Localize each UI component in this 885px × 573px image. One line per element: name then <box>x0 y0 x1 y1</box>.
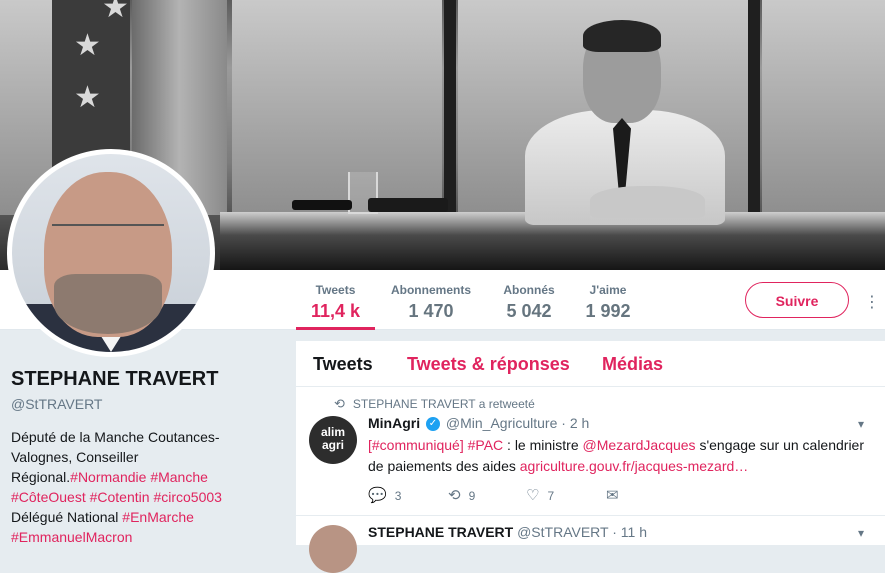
stat-value: 1 470 <box>408 301 454 321</box>
mention-link[interactable]: @MezardJacques <box>583 437 696 453</box>
timeline-tabs: Tweets Tweets & réponses Médias <box>296 341 885 387</box>
profile-handle[interactable]: @StTRAVERT <box>11 396 103 412</box>
hashtag-link[interactable]: [#communiqué] <box>368 437 464 453</box>
retweet-context: ⟲ STEPHANE TRAVERT a retweeté <box>334 397 535 412</box>
heart-icon: ♡ <box>526 486 540 504</box>
hashtag-link[interactable]: #CôteOuest <box>11 489 86 505</box>
tweet-avatar[interactable] <box>309 525 357 573</box>
banner-window <box>232 0 442 215</box>
retweet-note[interactable]: STEPHANE TRAVERT a retweeté <box>353 397 535 411</box>
tweet-actions: 💬 3 ⟲ 9 ♡ 7 ✉ <box>368 486 668 506</box>
reply-icon: 💬 <box>368 486 387 504</box>
tweet-text-part: : le ministre <box>503 437 583 453</box>
more-vertical-icon[interactable]: ⋮ <box>864 292 880 312</box>
tweet-header: STEPHANE TRAVERT @StTRAVERT · 11 h <box>368 524 647 540</box>
profile-avatar[interactable] <box>7 149 215 357</box>
url-link[interactable]: agriculture.gouv.fr/jacques-mezard… <box>520 458 749 474</box>
reply-button[interactable]: 💬 3 <box>368 486 401 504</box>
profile-name: STEPHANE TRAVERT <box>11 368 219 390</box>
envelope-icon: ✉ <box>606 486 619 504</box>
stat-value: 1 992 <box>585 301 631 321</box>
stat-tweets[interactable]: Tweets 11,4 k <box>296 270 375 330</box>
stat-label: J'aime <box>589 283 627 297</box>
stat-value: 5 042 <box>506 301 552 321</box>
hashtag-link[interactable]: #circo5003 <box>153 489 222 505</box>
banner-window-frame <box>444 0 456 215</box>
stat-value: 11,4 k <box>310 301 361 321</box>
hashtag-link[interactable]: #Normandie <box>70 469 146 485</box>
stat-label: Abonnements <box>390 283 471 297</box>
tweet-time[interactable]: 11 h <box>621 524 647 540</box>
hashtag-link[interactable]: #PAC <box>468 437 504 453</box>
like-count: 7 <box>547 489 555 503</box>
retweet-button[interactable]: ⟲ 9 <box>448 486 475 504</box>
tweet-header: MinAgri ✓ @Min_Agriculture · 2 h <box>368 415 589 432</box>
tab-tweets[interactable]: Tweets <box>313 354 373 375</box>
profile-bio: Député de la Manche Coutances-Valognes, … <box>11 427 246 547</box>
verified-icon: ✓ <box>426 417 440 432</box>
reply-count: 3 <box>394 489 402 503</box>
tweet-text: [#communiqué] #PAC : le ministre @Mezard… <box>368 435 878 477</box>
retweet-icon: ⟲ <box>448 486 461 504</box>
tweet-time[interactable]: 2 h <box>570 415 589 431</box>
banner-conference-phone <box>590 186 705 218</box>
stat-label: Tweets <box>315 283 356 297</box>
timeline: Tweets Tweets & réponses Médias ⟲ STEPHAN… <box>296 341 885 573</box>
follow-button[interactable]: Suivre <box>745 282 849 318</box>
hashtag-link[interactable]: #EnMarche <box>122 509 194 525</box>
like-button[interactable]: ♡ 7 <box>526 486 554 504</box>
hashtag-link[interactable]: #EmmanuelMacron <box>11 529 132 545</box>
hashtag-link[interactable]: #Manche <box>150 469 208 485</box>
tweet-handle[interactable]: @Min_Agriculture <box>446 415 557 431</box>
tab-tweets-replies[interactable]: Tweets & réponses <box>407 354 570 375</box>
dot-separator: · <box>612 524 617 540</box>
banner-device <box>368 198 448 212</box>
bio-text: Délégué National <box>11 509 119 525</box>
avatar-logo-text: agri <box>321 438 344 452</box>
banner-device <box>292 200 352 210</box>
stat-likes[interactable]: J'aime 1 992 <box>582 270 634 330</box>
hashtag-link[interactable]: #Cotentin <box>90 489 150 505</box>
chevron-down-icon[interactable]: ▾ <box>858 526 864 540</box>
tweet-author[interactable]: STEPHANE TRAVERT <box>368 524 513 540</box>
chevron-down-icon[interactable]: ▾ <box>858 417 864 431</box>
dot-separator: · <box>561 415 566 431</box>
stat-following[interactable]: Abonnements 1 470 <box>388 270 474 330</box>
retweet-count: 9 <box>468 489 476 503</box>
stat-followers[interactable]: Abonnés 5 042 <box>498 270 560 330</box>
tweet-author[interactable]: MinAgri <box>368 415 420 431</box>
tweet-divider <box>296 515 885 516</box>
stat-label: Abonnés <box>503 283 555 297</box>
banner-window-frame <box>748 0 760 215</box>
banner-window <box>762 0 885 215</box>
direct-message-button[interactable]: ✉ <box>606 486 627 504</box>
retweet-icon: ⟲ <box>334 397 345 412</box>
tweet-handle[interactable]: @StTRAVERT <box>517 524 608 540</box>
tab-media[interactable]: Médias <box>602 354 663 375</box>
tweet-avatar[interactable]: alim agri <box>309 416 357 464</box>
